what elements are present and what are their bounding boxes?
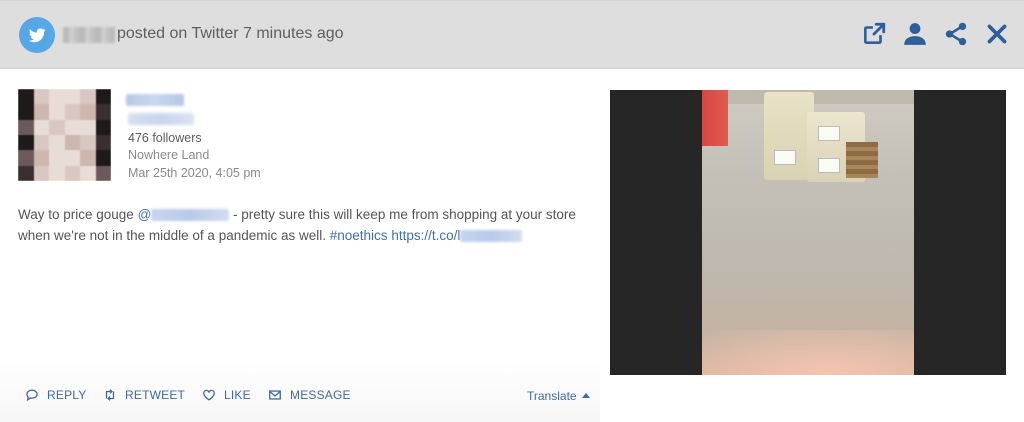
tweet-text-prefix: Way to price gouge bbox=[18, 207, 138, 222]
tweet-text: Way to price gouge @ - pretty sure this … bbox=[18, 204, 583, 246]
like-button[interactable]: LIKE bbox=[202, 388, 251, 402]
card-header: posted on Twitter 7 minutes ago bbox=[0, 1, 1024, 69]
heart-icon bbox=[203, 389, 215, 401]
external-link-icon[interactable] bbox=[861, 21, 887, 47]
retweet-icon bbox=[105, 389, 115, 401]
envelope-icon bbox=[269, 390, 281, 400]
hashtag-link[interactable]: #noethics bbox=[330, 228, 388, 243]
retweet-label: RETWEET bbox=[125, 388, 186, 402]
header-actions bbox=[861, 21, 1010, 47]
tweet-timestamp: Mar 25th 2020, 4:05 pm bbox=[128, 166, 261, 180]
mention-redacted bbox=[151, 209, 230, 222]
video-frame bbox=[702, 90, 914, 375]
translate-toggle[interactable]: Translate bbox=[527, 389, 590, 403]
reply-button[interactable]: REPLY bbox=[25, 388, 86, 402]
floor-glare bbox=[702, 330, 914, 375]
tweet-url-text: https://t.co/l bbox=[391, 228, 461, 243]
tweet-card: posted on Twitter 7 minutes ago 476 foll… bbox=[0, 0, 1024, 422]
message-button[interactable]: MESSAGE bbox=[268, 388, 351, 402]
followers-count: 476 followers bbox=[128, 131, 202, 145]
wooden-pallet bbox=[846, 142, 878, 178]
mention-link[interactable]: @ bbox=[138, 207, 230, 222]
share-icon[interactable] bbox=[943, 21, 969, 47]
price-tag bbox=[818, 158, 840, 173]
display-name-redacted[interactable] bbox=[126, 94, 184, 106]
tweet-actions-bar: REPLY RETWEET LIKE MESSAGE bbox=[0, 361, 600, 422]
like-label: LIKE bbox=[224, 388, 251, 402]
price-tag bbox=[818, 126, 840, 141]
username-redacted[interactable] bbox=[128, 113, 194, 125]
twitter-icon bbox=[19, 17, 55, 53]
tweet-url-link[interactable]: https://t.co/l bbox=[391, 228, 523, 243]
retweet-button[interactable]: RETWEET bbox=[103, 388, 185, 402]
translate-label: Translate bbox=[527, 389, 577, 403]
mention-at: @ bbox=[137, 207, 152, 222]
price-tag bbox=[774, 150, 796, 165]
user-icon[interactable] bbox=[902, 21, 928, 47]
user-location: Nowhere Land bbox=[128, 148, 210, 162]
reply-label: REPLY bbox=[47, 388, 87, 402]
store-rack bbox=[702, 90, 728, 146]
author-name-redacted bbox=[63, 27, 115, 43]
url-redacted bbox=[460, 230, 523, 243]
avatar[interactable] bbox=[18, 89, 111, 181]
tweet-media-video[interactable] bbox=[610, 90, 1006, 375]
post-source-text: posted on Twitter 7 minutes ago bbox=[117, 25, 344, 42]
caret-up-icon bbox=[581, 393, 590, 398]
reply-icon bbox=[26, 389, 38, 402]
close-icon[interactable] bbox=[984, 21, 1010, 47]
message-label: MESSAGE bbox=[290, 388, 351, 402]
